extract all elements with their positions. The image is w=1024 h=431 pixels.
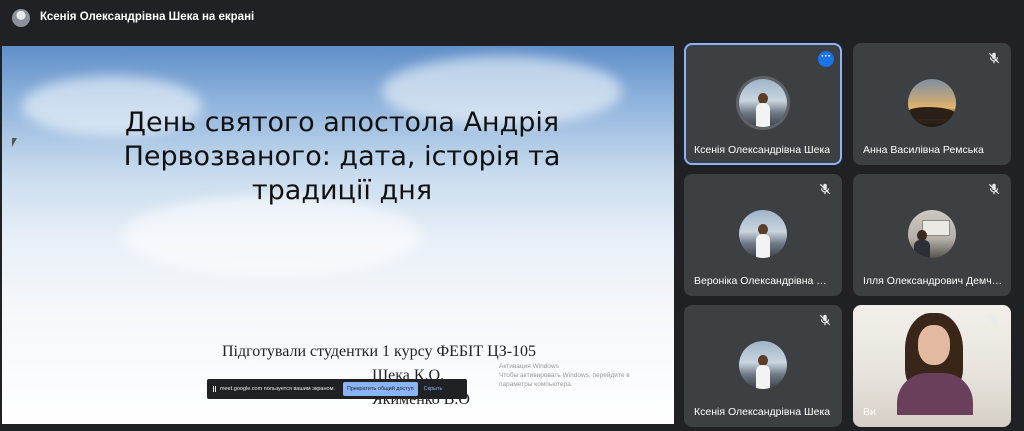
authors-line: Підготували студентки 1 курсу ФЕБІТ ЦЗ-1…: [222, 343, 537, 360]
stop-sharing-button[interactable]: Прекратить общий доступ: [342, 382, 418, 396]
avatar: [739, 210, 787, 258]
slide-title-line: Первозваного: дата, історія та: [123, 141, 561, 172]
participant-tile[interactable]: Ілля Олександрович Демче...: [853, 174, 1011, 296]
participant-tile[interactable]: Ксенія Олександрівна Шека: [684, 305, 842, 427]
slide-title-line: традиції дня: [251, 175, 433, 206]
avatar: [739, 341, 787, 389]
mouse-cursor-icon: [12, 138, 20, 147]
share-message: meet.google.com пользуется вашим экраном…: [220, 386, 335, 392]
mic-off-icon: [988, 52, 1000, 64]
presentation-title: Ксенія Олександрівна Шека на екрані: [40, 11, 255, 23]
participant-name: Ксенія Олександрівна Шека: [694, 406, 831, 418]
slide-title-line: День святого апостола Андрія: [124, 107, 560, 138]
slide-authors: Підготували студентки 1 курсу ФЕБІТ ЦЗ-1…: [222, 340, 536, 412]
mic-off-icon: [988, 183, 1000, 195]
more-options-icon[interactable]: ···: [818, 51, 834, 67]
presentation-stage: День святого апостола Андрія Первозваног…: [0, 44, 675, 426]
pause-icon[interactable]: [213, 386, 216, 392]
participant-tile[interactable]: ··· Ксенія Олександрівна Шека: [684, 43, 842, 165]
avatar: [739, 79, 787, 127]
watermark-line: Чтобы активировать Windows, перейдите в: [499, 372, 630, 379]
participant-tile[interactable]: Вероніка Олександрівна Як...: [684, 174, 842, 296]
participant-name: Ілля Олександрович Демче...: [863, 275, 1003, 287]
watermark-line: параметры компьютера.: [499, 381, 573, 388]
slide-title: День святого апостола Андрія Первозваног…: [72, 106, 612, 208]
avatar: [908, 79, 956, 127]
participant-name: Ви: [863, 406, 876, 418]
participant-name: Ксенія Олександрівна Шека: [694, 144, 831, 156]
avatar: [908, 210, 956, 258]
shared-slide: День святого апостола Андрія Первозваног…: [2, 46, 674, 424]
windows-activation-watermark: Активация Windows Чтобы активировать Win…: [499, 362, 630, 389]
presenter-avatar: [12, 9, 30, 27]
participant-name: Вероніка Олександрівна Як...: [694, 275, 834, 287]
watermark-line: Активация Windows: [499, 363, 559, 370]
hide-button[interactable]: Скрыть: [424, 386, 443, 392]
mic-off-icon: [988, 314, 1000, 326]
mic-off-icon: [819, 183, 831, 195]
participant-tile-self[interactable]: Ви: [853, 305, 1011, 427]
participant-tile[interactable]: Анна Василівна Ремська: [853, 43, 1011, 165]
mic-off-icon: [819, 314, 831, 326]
screen-share-bar: meet.google.com пользуется вашим экраном…: [207, 379, 467, 399]
participant-name: Анна Василівна Ремська: [863, 144, 984, 156]
cloud-decoration: [122, 196, 422, 276]
top-bar: Ксенія Олександрівна Шека на екрані: [0, 0, 1024, 36]
